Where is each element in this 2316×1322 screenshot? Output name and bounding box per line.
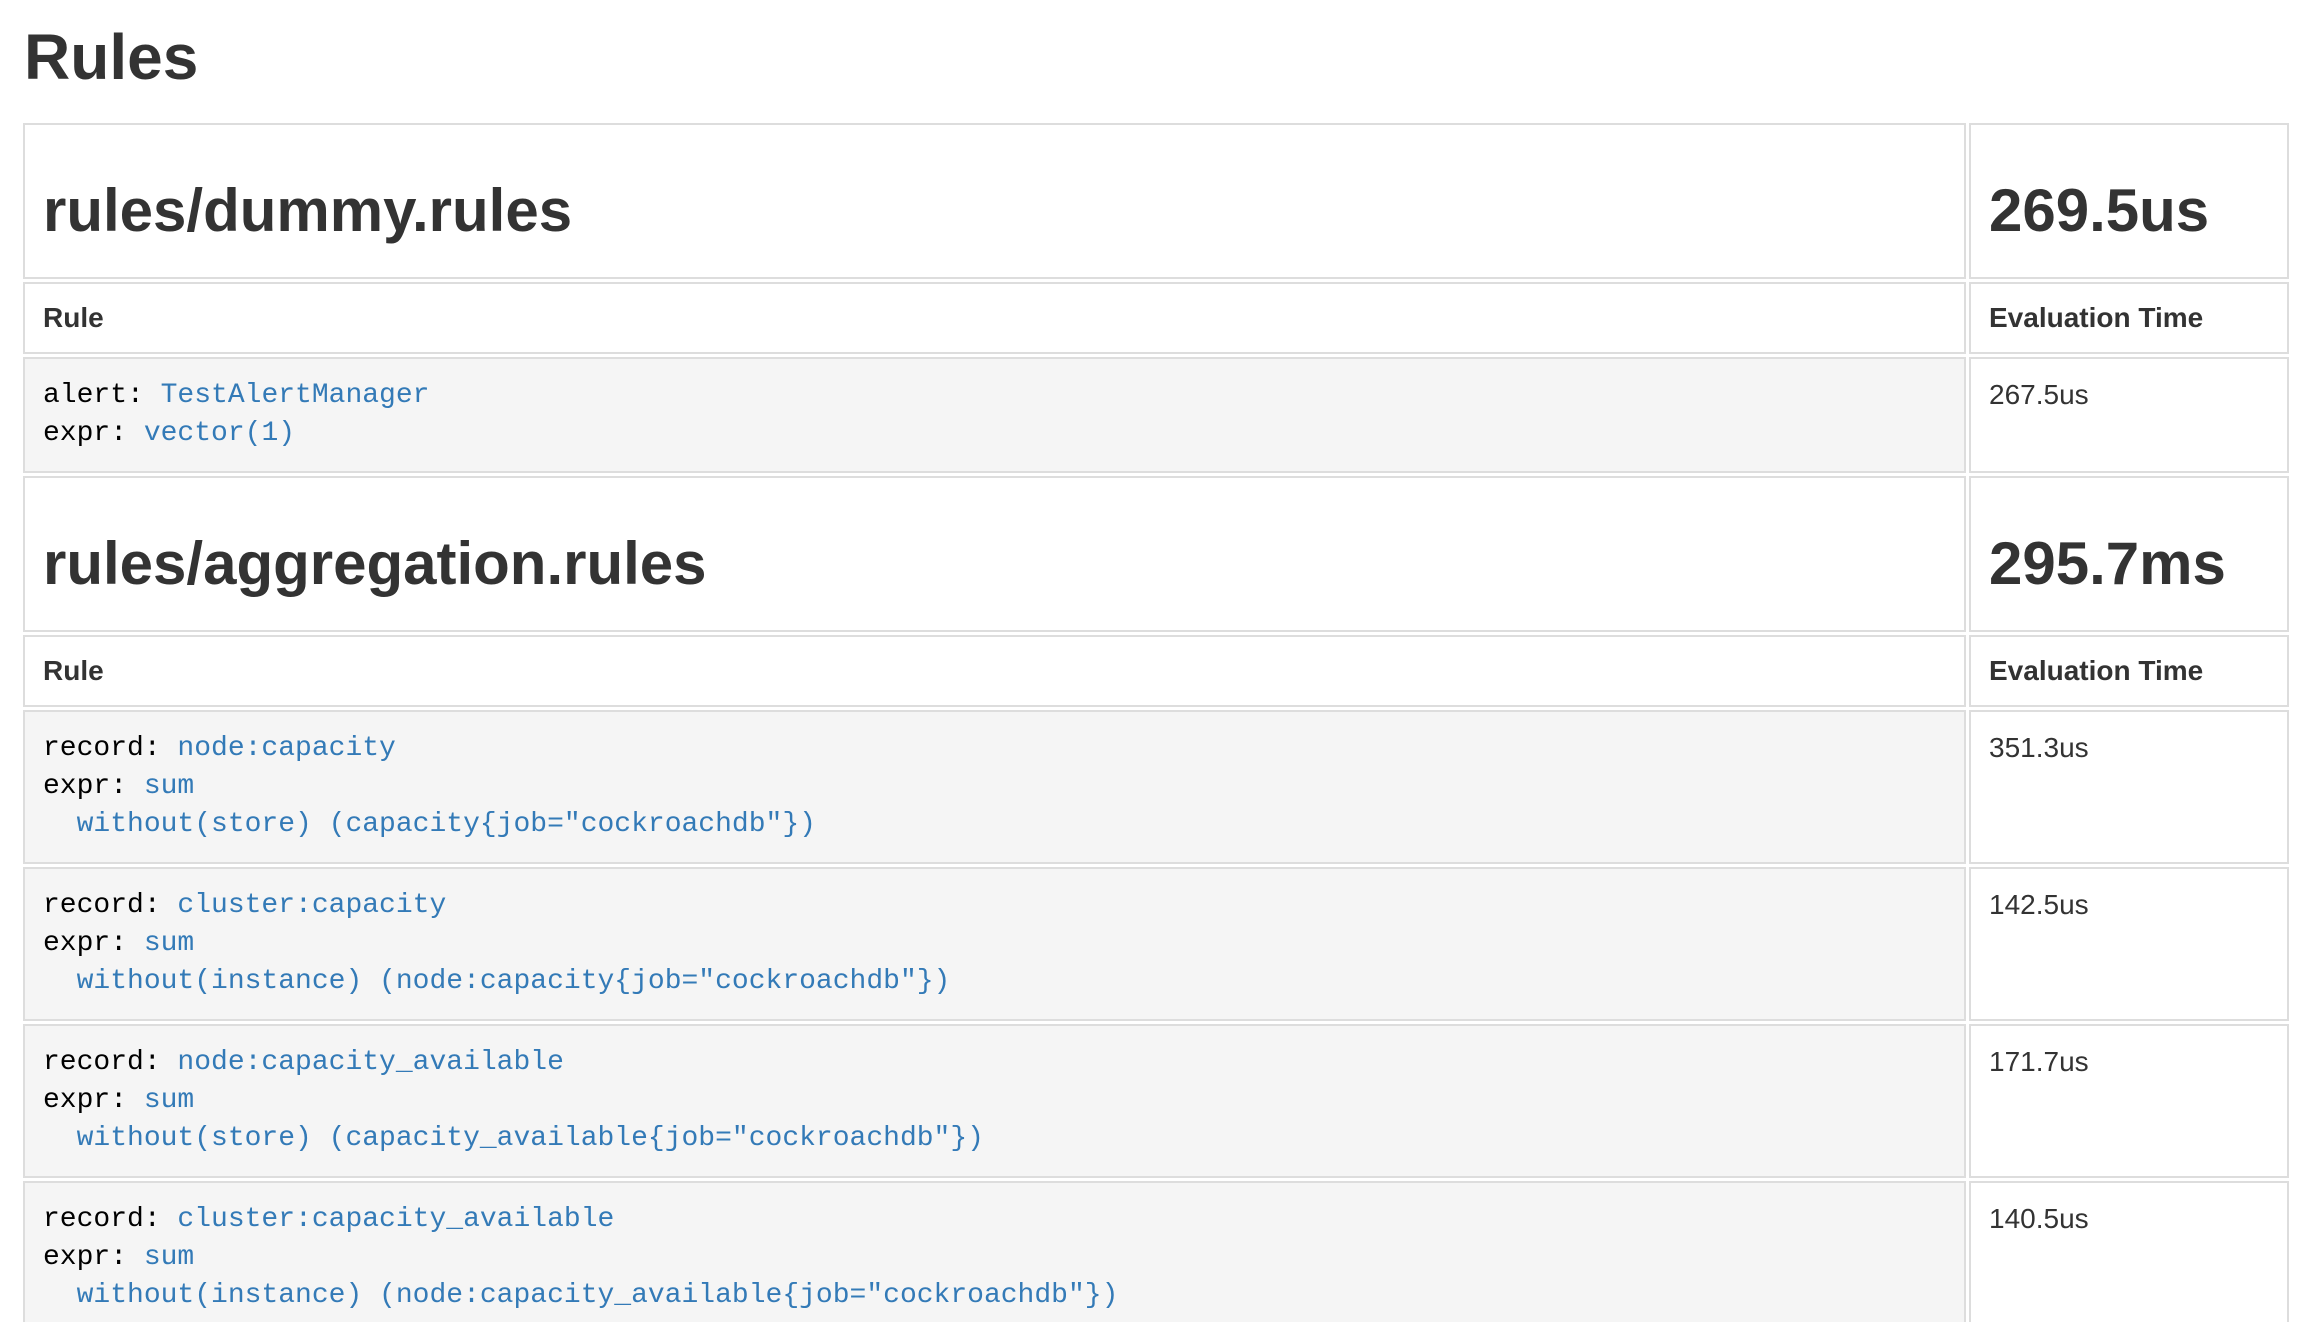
column-header-time: Evaluation Time (1969, 635, 2289, 707)
rule-group-name: rules/dummy.rules (43, 179, 1946, 243)
rule-group-eval-total-cell: 269.5us (1969, 123, 2289, 279)
rule-row: record: node:capacity_availableexpr: sum… (23, 1024, 2289, 1178)
rule-code-keyword: expr: (43, 1242, 144, 1273)
rule-code-line: without(instance) (node:capacity_availab… (43, 1277, 1946, 1315)
rules-page: Rules rules/dummy.rules 269.5us Rule Eva… (0, 22, 2316, 1322)
rule-definition-cell: record: node:capacityexpr: sum without(s… (23, 710, 1966, 864)
rule-eval-time-cell: 351.3us (1969, 710, 2289, 864)
rule-code-keyword: record: (43, 733, 177, 764)
rule-code-keyword: record: (43, 890, 177, 921)
rule-code-keyword: expr: (43, 1085, 144, 1116)
rule-code-keyword: record: (43, 1204, 177, 1235)
rule-code-line: without(store) (capacity_available{job="… (43, 1120, 1946, 1158)
rule-expression-link[interactable]: cluster:capacity_available (177, 1204, 614, 1235)
rule-code-keyword: expr: (43, 418, 144, 449)
rule-code: record: cluster:capacityexpr: sum withou… (43, 887, 1946, 1001)
rule-code-keyword: expr: (43, 928, 144, 959)
rule-expression-link[interactable]: TestAlertManager (161, 380, 430, 411)
rule-expression-link[interactable]: without(store) (capacity{job="cockroachd… (43, 809, 816, 840)
rule-eval-time-cell: 267.5us (1969, 357, 2289, 473)
rule-definition-cell: record: cluster:capacityexpr: sum withou… (23, 867, 1966, 1021)
rule-code: record: node:capacityexpr: sum without(s… (43, 730, 1946, 844)
rule-group-header-row: rules/dummy.rules 269.5us (23, 123, 2289, 279)
rule-expression-link[interactable]: sum (144, 1242, 194, 1273)
rules-table: rules/dummy.rules 269.5us Rule Evaluatio… (20, 120, 2292, 1322)
column-header-rule: Rule (23, 635, 1966, 707)
rule-row: record: cluster:capacity_availableexpr: … (23, 1181, 2289, 1322)
rule-definition-cell: record: node:capacity_availableexpr: sum… (23, 1024, 1966, 1178)
rule-expression-link[interactable]: without(store) (capacity_available{job="… (43, 1123, 984, 1154)
rule-eval-time-cell: 140.5us (1969, 1181, 2289, 1322)
rule-code-keyword: expr: (43, 771, 144, 802)
rule-code: record: cluster:capacity_availableexpr: … (43, 1201, 1946, 1315)
rule-code-line: expr: sum (43, 768, 1946, 806)
rule-code-line: record: node:capacity_available (43, 1044, 1946, 1082)
rule-code-line: expr: vector(1) (43, 415, 1946, 453)
rule-code: record: node:capacity_availableexpr: sum… (43, 1044, 1946, 1158)
rule-expression-link[interactable]: node:capacity_available (177, 1047, 563, 1078)
rule-expression-link[interactable]: without(instance) (node:capacity{job="co… (43, 966, 950, 997)
rule-code-line: record: node:capacity (43, 730, 1946, 768)
rule-code: alert: TestAlertManagerexpr: vector(1) (43, 377, 1946, 453)
column-header-row: Rule Evaluation Time (23, 635, 2289, 707)
rule-row: alert: TestAlertManagerexpr: vector(1) 2… (23, 357, 2289, 473)
rule-row: record: cluster:capacityexpr: sum withou… (23, 867, 2289, 1021)
page-title: Rules (24, 22, 2292, 92)
rule-eval-time-cell: 171.7us (1969, 1024, 2289, 1178)
rule-group-eval-total-cell: 295.7ms (1969, 476, 2289, 632)
rule-group-eval-total: 269.5us (1989, 179, 2269, 243)
rule-code-line: expr: sum (43, 1239, 1946, 1277)
rule-group-name-cell: rules/aggregation.rules (23, 476, 1966, 632)
rule-expression-link[interactable]: sum (144, 1085, 194, 1116)
rule-row: record: node:capacityexpr: sum without(s… (23, 710, 2289, 864)
rule-expression-link[interactable]: sum (144, 771, 194, 802)
rule-eval-time-cell: 142.5us (1969, 867, 2289, 1021)
rule-code-keyword: record: (43, 1047, 177, 1078)
rule-definition-cell: alert: TestAlertManagerexpr: vector(1) (23, 357, 1966, 473)
rule-group-eval-total: 295.7ms (1989, 532, 2269, 596)
rule-expression-link[interactable]: without(instance) (node:capacity_availab… (43, 1280, 1118, 1311)
rule-code-keyword: alert: (43, 380, 161, 411)
rule-code-line: alert: TestAlertManager (43, 377, 1946, 415)
rule-code-line: without(store) (capacity{job="cockroachd… (43, 806, 1946, 844)
rule-expression-link[interactable]: vector(1) (144, 418, 295, 449)
rule-code-line: record: cluster:capacity_available (43, 1201, 1946, 1239)
rule-expression-link[interactable]: node:capacity (177, 733, 395, 764)
rule-expression-link[interactable]: sum (144, 928, 194, 959)
rule-code-line: expr: sum (43, 925, 1946, 963)
column-header-rule: Rule (23, 282, 1966, 354)
column-header-row: Rule Evaluation Time (23, 282, 2289, 354)
rule-code-line: expr: sum (43, 1082, 1946, 1120)
rule-group-name: rules/aggregation.rules (43, 532, 1946, 596)
rule-code-line: without(instance) (node:capacity{job="co… (43, 963, 1946, 1001)
rule-expression-link[interactable]: cluster:capacity (177, 890, 446, 921)
rule-group-header-row: rules/aggregation.rules 295.7ms (23, 476, 2289, 632)
rule-code-line: record: cluster:capacity (43, 887, 1946, 925)
rule-group-name-cell: rules/dummy.rules (23, 123, 1966, 279)
rule-definition-cell: record: cluster:capacity_availableexpr: … (23, 1181, 1966, 1322)
column-header-time: Evaluation Time (1969, 282, 2289, 354)
